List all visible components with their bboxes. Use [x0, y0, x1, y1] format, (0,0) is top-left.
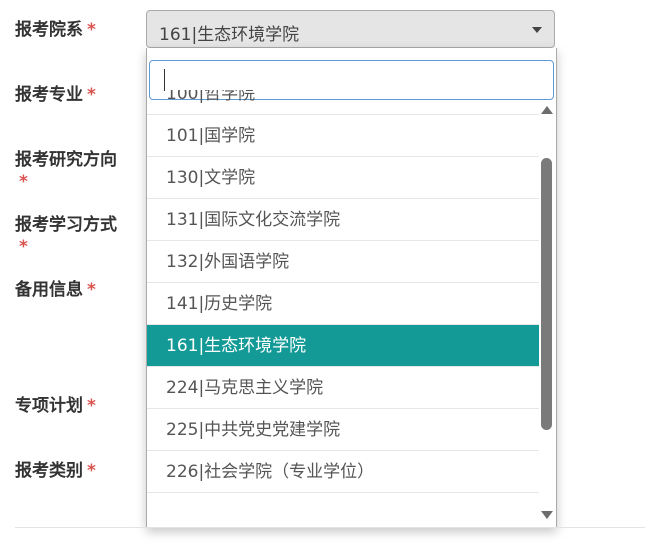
- label-text: 备用信息: [15, 280, 83, 300]
- required-marker: *: [87, 396, 96, 416]
- required-marker: *: [87, 85, 96, 105]
- label-college: 报考院系 *: [15, 19, 140, 41]
- options-list: 100|哲学院 101|国学院 130|文学院 131|国际文化交流学院 132|外国语…: [147, 90, 539, 527]
- label-backup-info: 备用信息 *: [15, 279, 140, 301]
- label-application-category: 报考类别 *: [15, 460, 140, 482]
- dropdown-scrollbar[interactable]: [540, 100, 554, 525]
- chevron-down-icon: [532, 27, 542, 33]
- dropdown-option[interactable]: 161|生态环境学院: [147, 325, 539, 367]
- dropdown-option[interactable]: 101|国学院: [147, 115, 539, 157]
- dropdown-option[interactable]: 141|历史学院: [147, 283, 539, 325]
- label-research-direction: 报考研究方向 *: [15, 149, 140, 193]
- divider: [15, 527, 645, 528]
- label-text: 报考类别: [15, 461, 83, 481]
- dropdown-option[interactable]: 100|哲学院: [147, 90, 539, 115]
- college-select[interactable]: 161|生态环境学院: [146, 10, 555, 48]
- scroll-up-icon[interactable]: [541, 106, 553, 114]
- label-major: 报考专业 *: [15, 84, 140, 106]
- label-text: 专项计划: [15, 396, 83, 416]
- label-text: 报考专业: [15, 85, 83, 105]
- scroll-down-icon[interactable]: [541, 511, 553, 519]
- college-select-value: 161|生态环境学院: [159, 25, 300, 45]
- dropdown-option[interactable]: 226|社会学院（专业学位）: [147, 451, 539, 493]
- required-marker: *: [87, 461, 96, 481]
- label-special-plan: 专项计划 *: [15, 395, 140, 417]
- dropdown-option[interactable]: 225|中共党史党建学院: [147, 409, 539, 451]
- scrollbar-thumb[interactable]: [541, 158, 552, 430]
- dropdown-option[interactable]: 131|国际文化交流学院: [147, 199, 539, 241]
- college-dropdown: 100|哲学院 101|国学院 130|文学院 131|国际文化交流学院 132|外国语…: [146, 48, 557, 528]
- required-marker: *: [87, 20, 96, 40]
- required-marker: *: [19, 172, 28, 192]
- label-study-mode: 报考学习方式 *: [15, 214, 140, 258]
- label-text: 报考学习方式: [15, 215, 117, 235]
- required-marker: *: [87, 280, 96, 300]
- dropdown-option[interactable]: 132|外国语学院: [147, 241, 539, 283]
- required-marker: *: [19, 237, 28, 257]
- dropdown-option[interactable]: 130|文学院: [147, 157, 539, 199]
- text-caret: [164, 69, 165, 91]
- label-text: 报考院系: [15, 20, 83, 40]
- registration-form: 报考院系 * 报考专业 * 报考研究方向 * 报考学习方式 * 备用信息 * 专项计划 * …: [0, 0, 645, 557]
- label-text: 报考研究方向: [15, 150, 117, 170]
- dropdown-option[interactable]: 224|马克思主义学院: [147, 367, 539, 409]
